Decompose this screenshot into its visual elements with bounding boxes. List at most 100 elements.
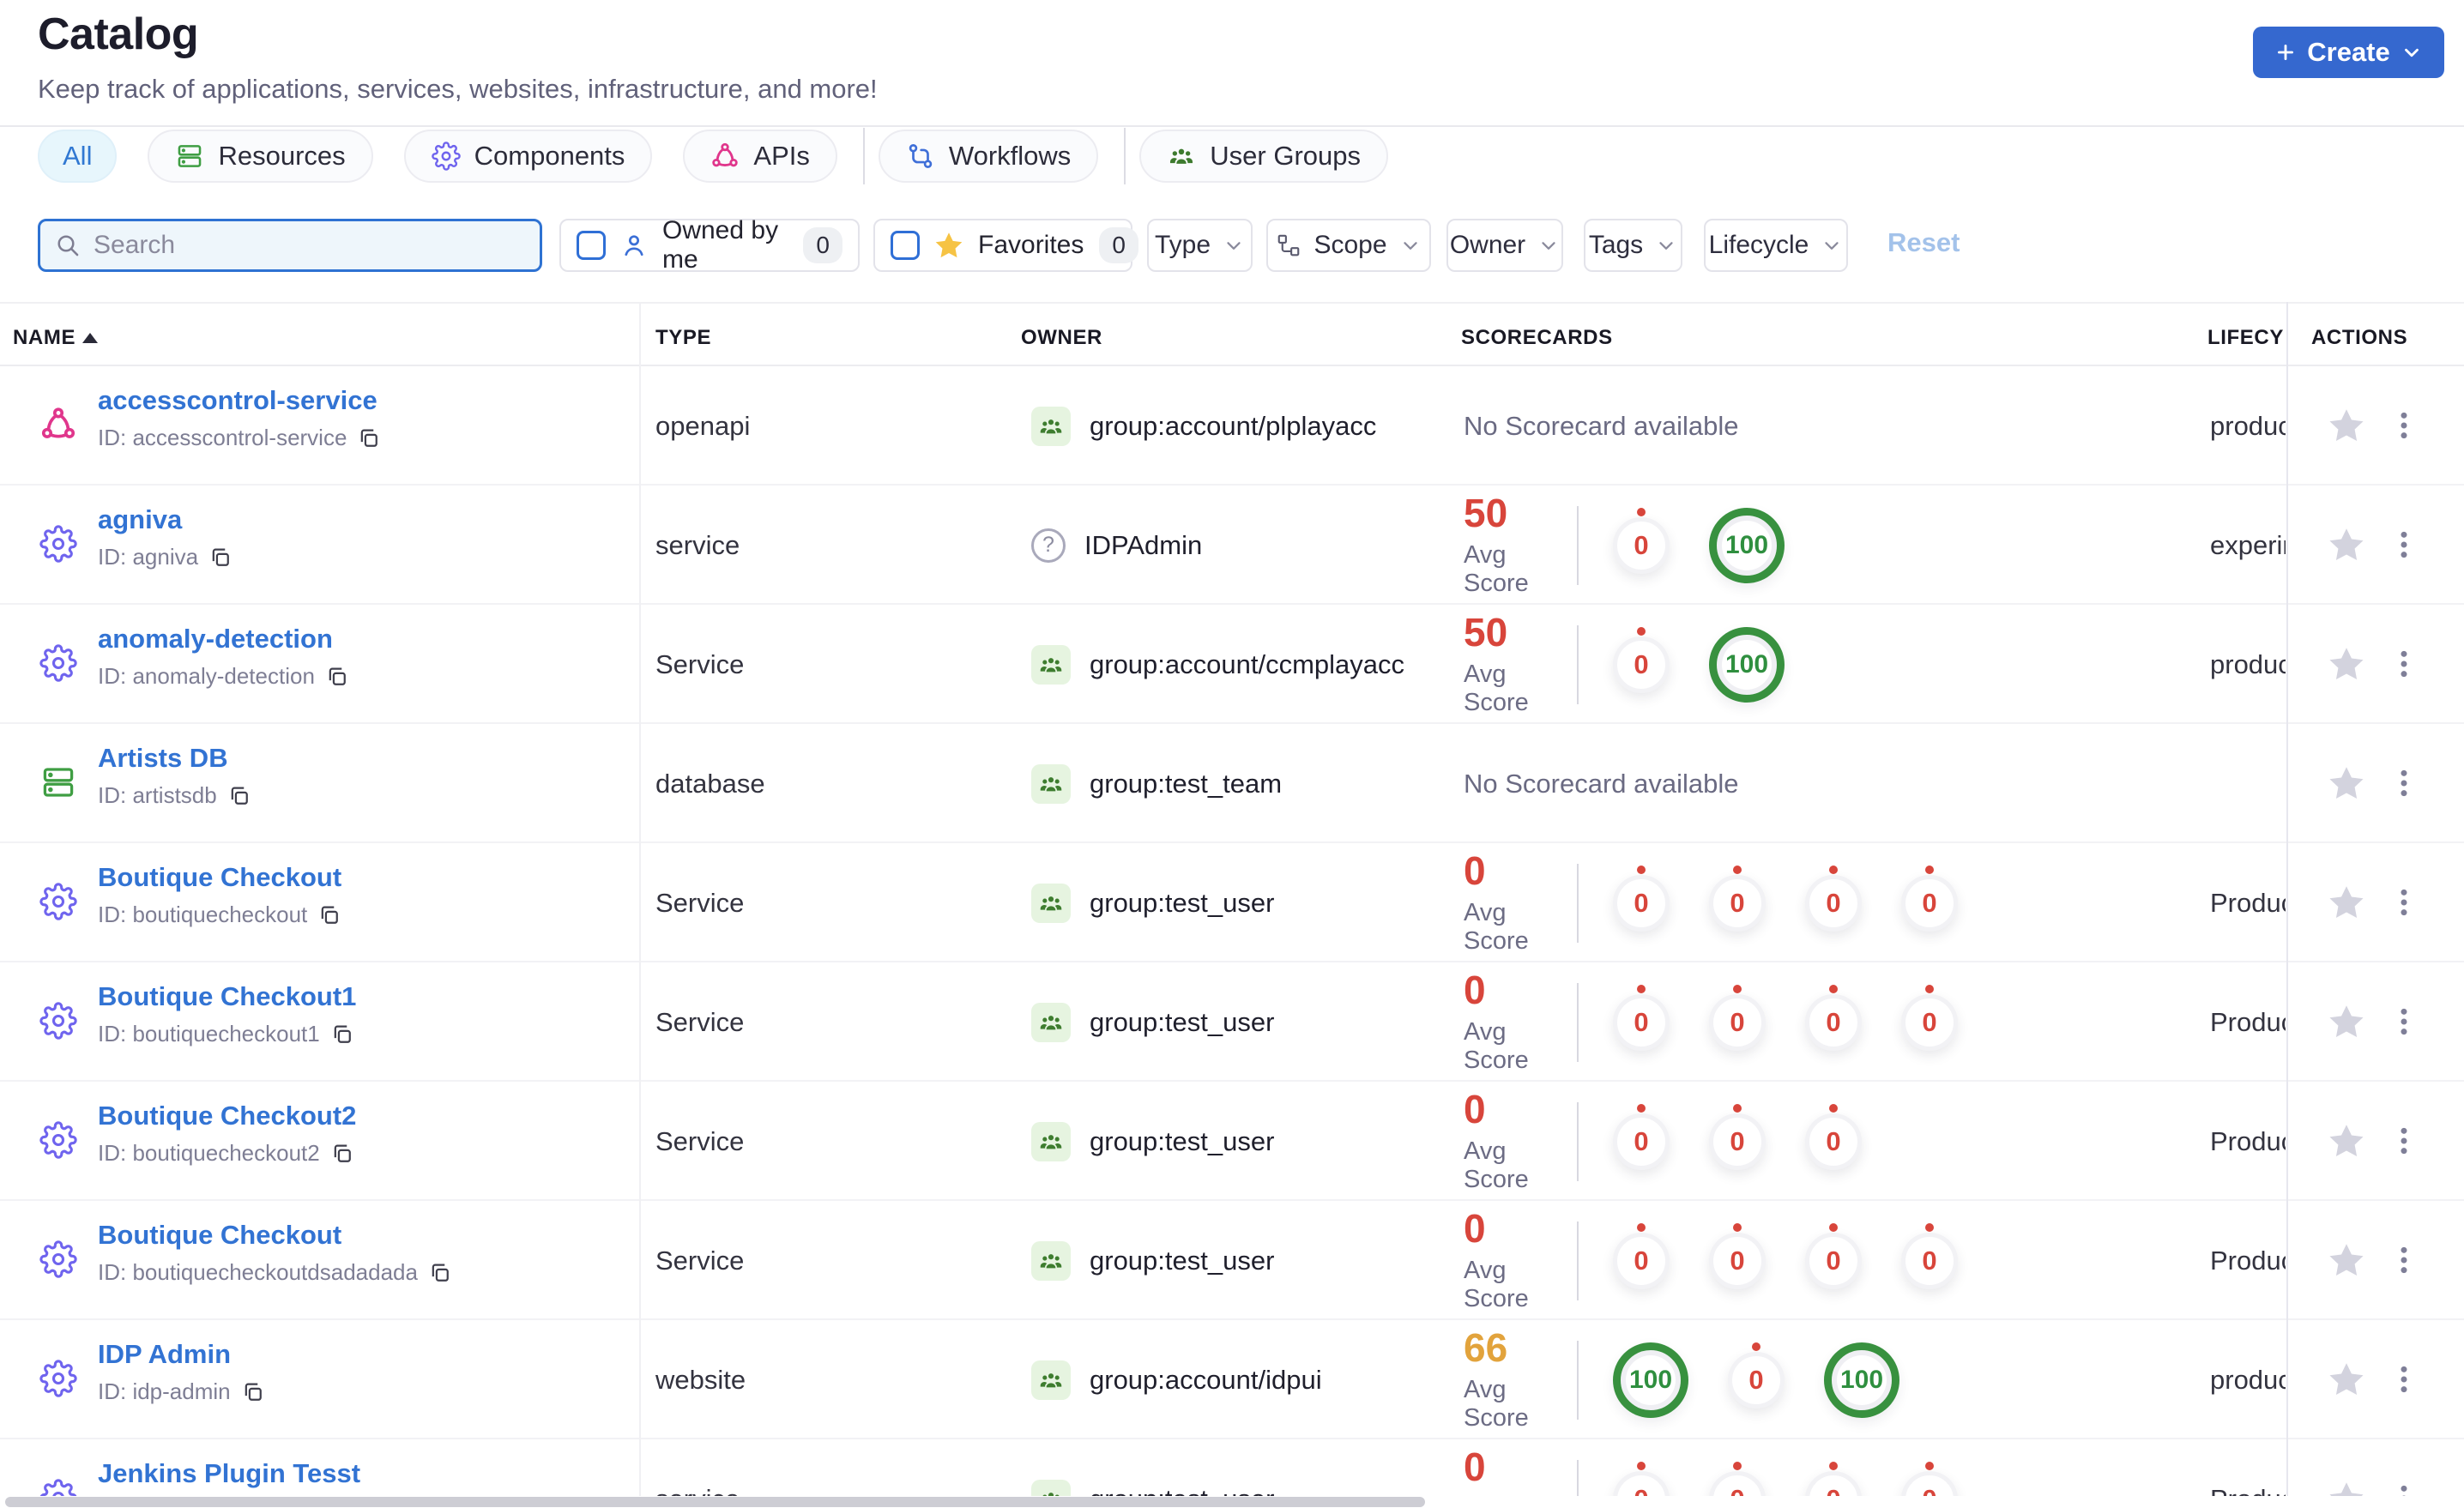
entity-name-link[interactable]: Boutique Checkout1 <box>98 981 356 1012</box>
lifecycle-dropdown[interactable]: Lifecycle <box>1704 219 1848 272</box>
row-menu-icon[interactable] <box>2387 528 2421 562</box>
column-header-name[interactable]: NAME <box>13 326 99 350</box>
horizontal-scrollbar-thumb[interactable] <box>5 1497 1425 1507</box>
scorecard-badges: 0 0 0 0 <box>1613 1470 1958 1496</box>
copy-icon[interactable] <box>227 784 251 808</box>
row-menu-icon[interactable] <box>2387 1481 2421 1496</box>
table-row: Boutique Checkout ID: boutiquecheckoutds… <box>0 1201 2464 1320</box>
column-header-scorecards[interactable]: SCORECARDS <box>1461 326 1613 350</box>
entity-name-link[interactable]: Boutique Checkout <box>98 862 341 893</box>
owner-dropdown[interactable]: Owner <box>1446 219 1563 272</box>
tab-label: Components <box>474 141 625 171</box>
group-badge-icon <box>1031 406 1071 446</box>
entity-name-link[interactable]: Boutique Checkout <box>98 1220 341 1251</box>
search-icon <box>54 232 82 259</box>
tab-resources[interactable]: Resources <box>148 130 373 183</box>
scorecard-badge: 100 <box>1709 626 1785 703</box>
column-header-lifecycle[interactable]: LIFECYC <box>2207 326 2283 350</box>
owned-by-me-filter[interactable]: Owned by me 0 <box>559 216 860 274</box>
row-menu-icon[interactable] <box>2387 1362 2421 1396</box>
entity-name-link[interactable]: accesscontrol-service <box>98 385 377 416</box>
copy-icon[interactable] <box>357 426 381 450</box>
row-menu-icon[interactable] <box>2387 647 2421 681</box>
favorite-star-icon[interactable] <box>2327 1121 2366 1161</box>
reset-filters-button[interactable]: Reset <box>1887 227 1960 258</box>
group-badge-icon <box>1031 883 1071 923</box>
favorites-checkbox[interactable] <box>891 231 920 260</box>
copy-icon[interactable] <box>241 1380 265 1404</box>
copy-icon[interactable] <box>325 665 349 689</box>
type-cell: website <box>655 1364 746 1395</box>
tags-dropdown[interactable]: Tags <box>1584 219 1682 272</box>
service-gear-icon <box>39 1002 77 1040</box>
tab-user-groups[interactable]: User Groups <box>1139 130 1389 183</box>
column-header-type[interactable]: TYPE <box>655 326 711 350</box>
search-box[interactable] <box>38 219 542 272</box>
scorecard-badge: 0 <box>1901 1232 1958 1289</box>
score-divider <box>1577 982 1579 1062</box>
favorite-star-icon[interactable] <box>2327 525 2366 564</box>
copy-icon[interactable] <box>428 1261 452 1285</box>
entity-name-link[interactable]: Artists DB <box>98 743 228 774</box>
tab-all[interactable]: All <box>38 130 118 183</box>
scorecard-badges: 0 100 <box>1613 626 1785 703</box>
score-divider <box>1577 624 1579 704</box>
owned-by-me-checkbox[interactable] <box>577 231 606 260</box>
favorites-filter[interactable]: Favorites 0 <box>873 219 1138 272</box>
avg-score-label: Avg Score <box>1464 1137 1529 1193</box>
horizontal-scrollbar[interactable] <box>0 1496 2464 1508</box>
scope-dropdown[interactable]: Scope <box>1266 219 1431 272</box>
copy-icon[interactable] <box>317 903 341 927</box>
group-badge-icon <box>1031 1479 1071 1496</box>
avg-score-label: Avg Score <box>1464 1375 1529 1432</box>
favorite-star-icon[interactable] <box>2327 1479 2366 1496</box>
row-menu-icon[interactable] <box>2387 885 2421 920</box>
favorite-star-icon[interactable] <box>2327 1002 2366 1041</box>
create-button[interactable]: Create <box>2253 27 2444 78</box>
tab-apis[interactable]: APIs <box>683 130 837 183</box>
row-menu-icon[interactable] <box>2387 408 2421 443</box>
owner-cell: group:test_team <box>1031 724 1282 843</box>
type-dropdown[interactable]: Type <box>1147 219 1253 272</box>
workflows-icon <box>906 142 935 171</box>
entity-name-link[interactable]: IDP Admin <box>98 1339 231 1370</box>
copy-icon[interactable] <box>330 1022 354 1047</box>
entity-id-line: ID: boutiquecheckout2 <box>98 1140 354 1167</box>
favorite-star-icon[interactable] <box>2327 763 2366 803</box>
tab-workflows[interactable]: Workflows <box>878 130 1099 183</box>
entity-id-line: ID: agniva <box>98 544 233 570</box>
copy-icon[interactable] <box>330 1142 354 1166</box>
favorite-star-icon[interactable] <box>2327 883 2366 922</box>
copy-icon[interactable] <box>208 546 233 570</box>
plus-icon <box>2274 41 2297 63</box>
service-gear-icon <box>39 525 77 563</box>
row-menu-icon[interactable] <box>2387 1243 2421 1277</box>
scorecard-badge: 0 <box>1709 1470 1766 1496</box>
favorite-star-icon[interactable] <box>2327 1240 2366 1280</box>
row-menu-icon[interactable] <box>2387 1124 2421 1158</box>
entity-name-link[interactable]: Boutique Checkout2 <box>98 1101 356 1131</box>
tab-components[interactable]: Components <box>403 130 653 183</box>
search-input[interactable] <box>94 231 526 260</box>
entity-id: ID: agniva <box>98 544 199 570</box>
table-row: Boutique Checkout2 ID: boutiquecheckout2… <box>0 1082 2464 1201</box>
row-menu-icon[interactable] <box>2387 1004 2421 1039</box>
entity-name-link[interactable]: agniva <box>98 504 182 535</box>
tab-label: Workflows <box>948 141 1072 171</box>
entity-name-link[interactable]: anomaly-detection <box>98 624 333 654</box>
scorecard-badge: 0 <box>1709 1232 1766 1289</box>
entity-id: ID: boutiquecheckoutdsadadada <box>98 1259 418 1285</box>
favorite-star-icon[interactable] <box>2327 1360 2366 1399</box>
type-cell: database <box>655 768 765 799</box>
column-header-owner[interactable]: OWNER <box>1021 326 1102 350</box>
user-groups-icon <box>1167 142 1196 171</box>
lifecycle-cell: Produc <box>2210 1439 2286 1497</box>
row-menu-icon[interactable] <box>2387 766 2421 800</box>
favorite-star-icon[interactable] <box>2327 406 2366 445</box>
actions-column-divider <box>2286 302 2288 1496</box>
entity-name-link[interactable]: Jenkins Plugin Tesst <box>98 1458 360 1489</box>
scorecard-badge: 0 <box>1613 1470 1670 1496</box>
score-divider <box>1577 1340 1579 1420</box>
favorite-star-icon[interactable] <box>2327 644 2366 684</box>
page-title: Catalog <box>38 9 199 59</box>
